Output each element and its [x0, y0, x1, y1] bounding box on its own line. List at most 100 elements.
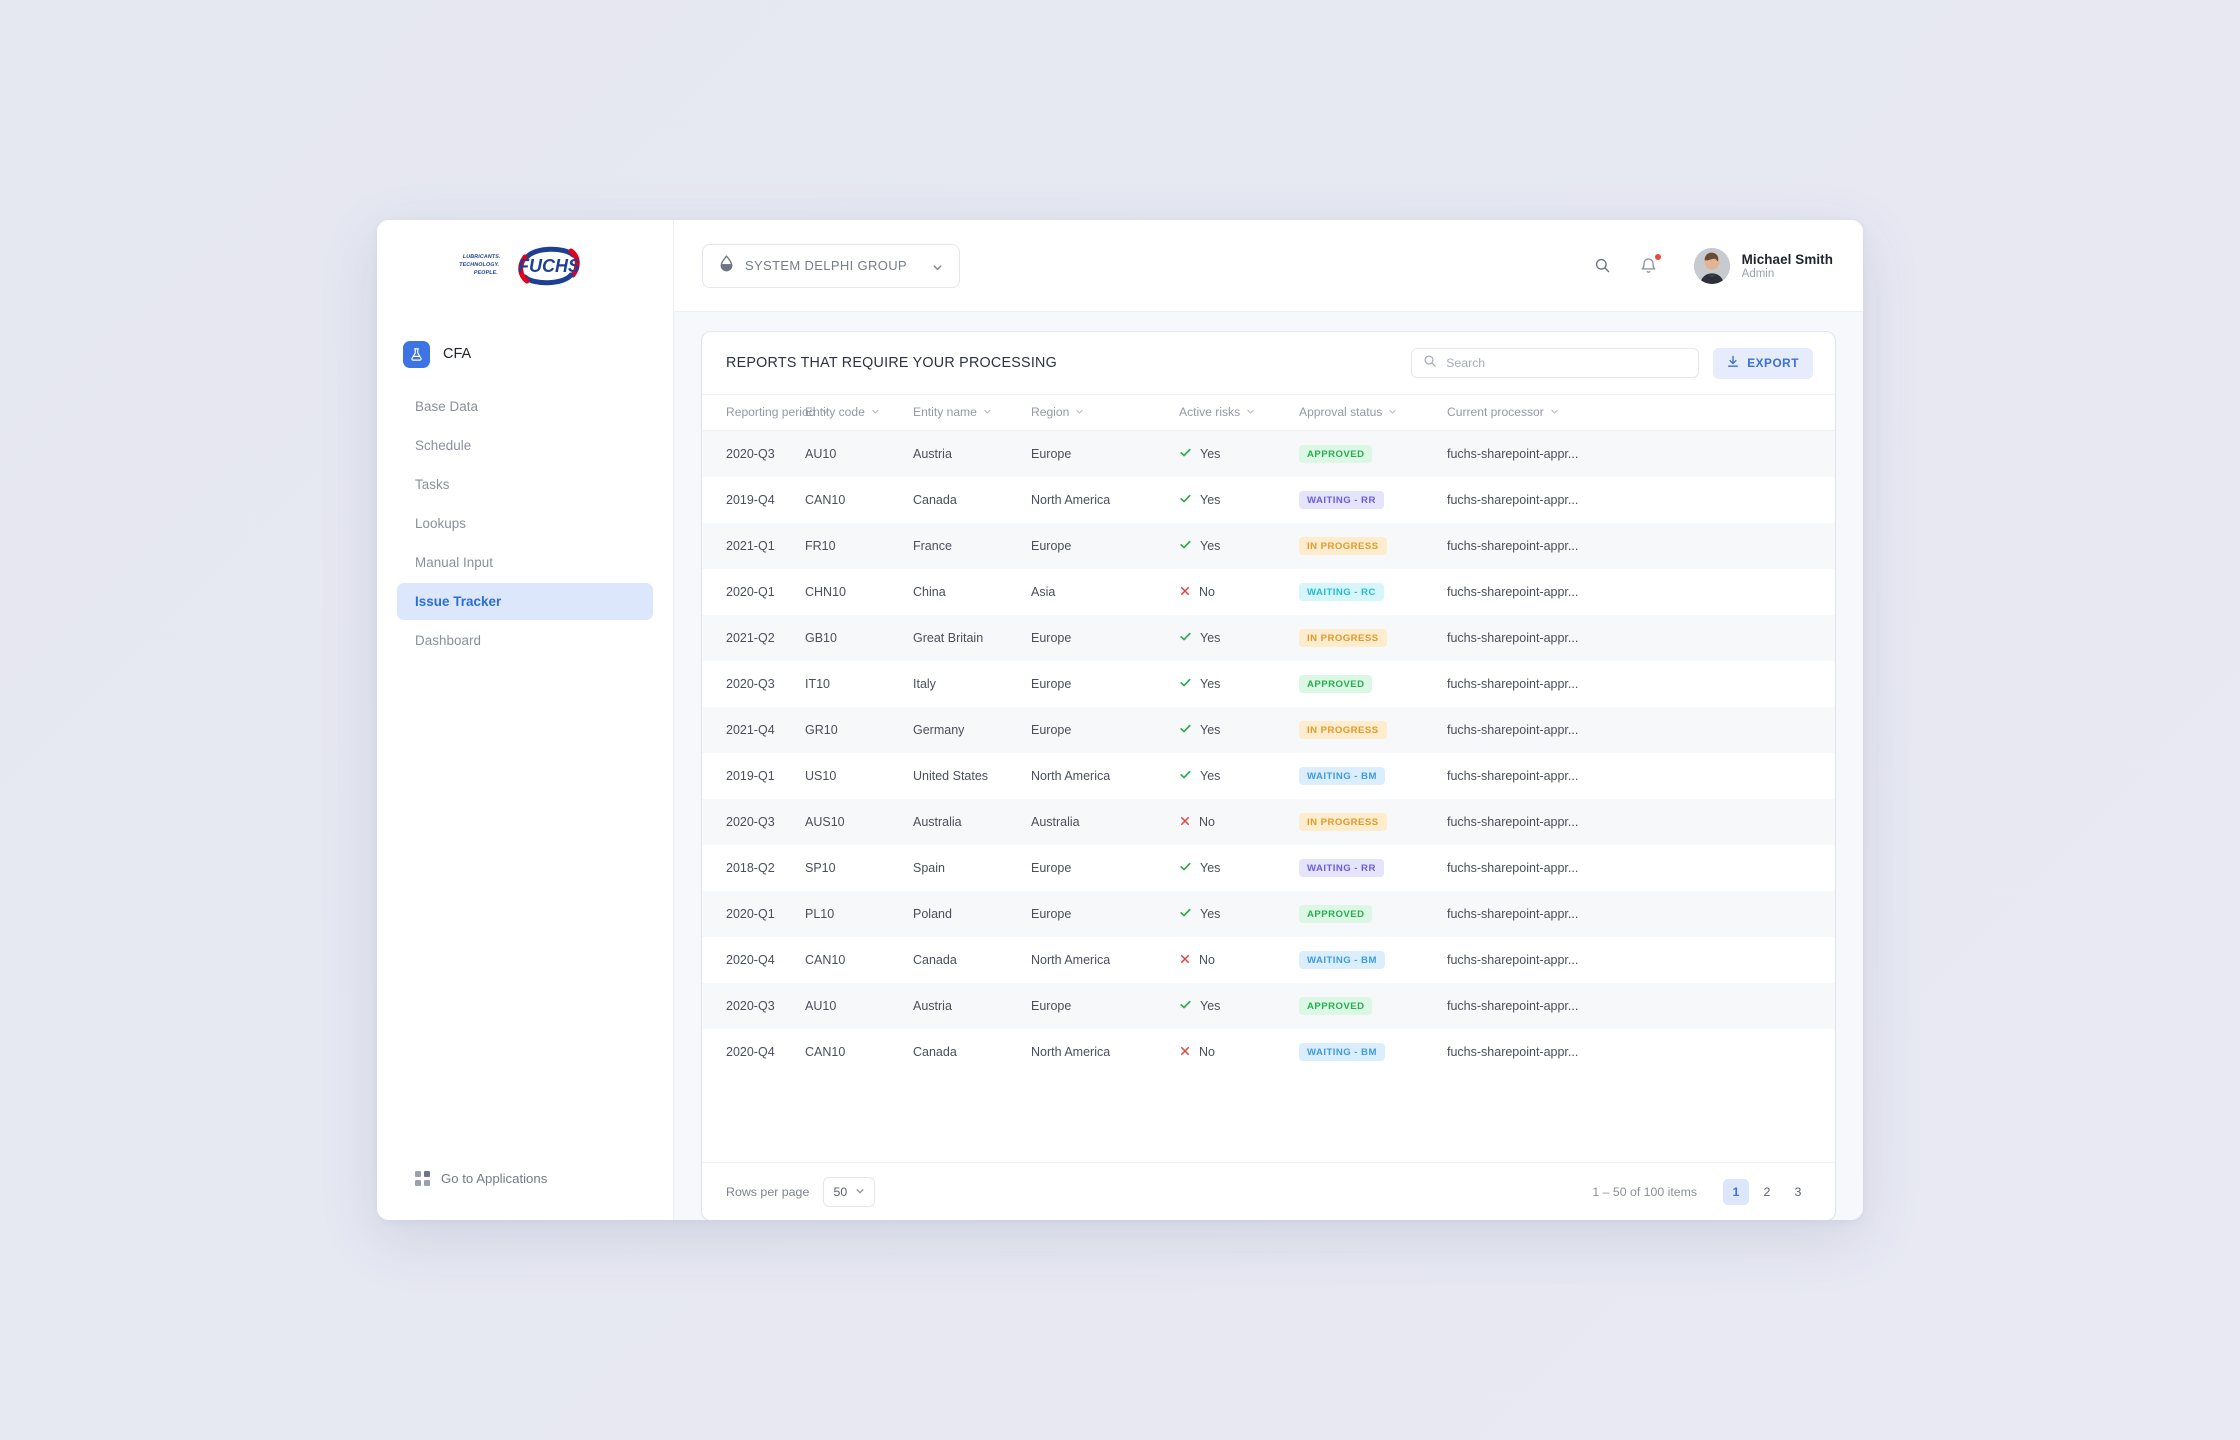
cell-current-processor: fuchs-sharepoint-appr... — [1447, 723, 1579, 737]
table-row[interactable]: 2020-Q3 AUS10 Australia Australia No IN PROGR… — [702, 799, 1835, 845]
avatar — [1693, 247, 1730, 284]
table-row[interactable]: 2020-Q3 IT10 Italy Europe Yes APPROVED fuchs-s… — [702, 661, 1835, 707]
active-risk-label: Yes — [1200, 723, 1221, 737]
column-header-approval-status[interactable]: Approval status — [1299, 394, 1447, 431]
check-icon — [1179, 768, 1192, 784]
active-risk-label: Yes — [1200, 769, 1221, 783]
check-icon — [1179, 630, 1192, 646]
table-row[interactable]: 2018-Q2 SP10 Spain Europe Yes WAITING - RR fuc… — [702, 845, 1835, 891]
cell-entity-code: GB10 — [805, 631, 837, 645]
table-header: Reporting period Entity code Entity name… — [702, 394, 1835, 431]
column-header-entity-name[interactable]: Entity name — [913, 394, 1031, 431]
cell-active-risks: Yes — [1179, 891, 1299, 937]
table-row[interactable]: 2021-Q2 GB10 Great Britain Europe Yes IN PROG… — [702, 615, 1835, 661]
cell-active-risks: No — [1179, 799, 1299, 845]
cell-active-risks: Yes — [1179, 523, 1299, 569]
table-header-row: Reporting period Entity code Entity name… — [702, 394, 1835, 431]
table-row[interactable]: 2020-Q4 CAN10 Canada North America No WAITING… — [702, 1029, 1835, 1075]
logo-wordmark: FUCHS — [518, 256, 580, 276]
page-button-2[interactable]: 2 — [1754, 1179, 1780, 1205]
app-window: LUBRICANTS. TECHNOLOGY. PEOPLE. FUCHS CF… — [377, 220, 1863, 1220]
table-row[interactable]: 2020-Q1 PL10 Poland Europe Yes APPROVED fuchs-… — [702, 891, 1835, 937]
cell-approval-status: IN PROGRESS — [1299, 615, 1447, 661]
sidebar-item-schedule[interactable]: Schedule — [397, 427, 653, 464]
cell-approval-status: APPROVED — [1299, 431, 1447, 478]
cell-region: Europe — [1031, 723, 1072, 737]
notifications-button[interactable] — [1634, 251, 1664, 281]
status-badge: IN PROGRESS — [1299, 629, 1387, 647]
table-row[interactable]: 2019-Q4 CAN10 Canada North America Yes WAITIN… — [702, 477, 1835, 523]
column-label: Entity code — [805, 405, 865, 419]
table-row[interactable]: 2020-Q3 AU10 Austria Europe Yes APPROVED fuchs… — [702, 983, 1835, 1029]
column-header-reporting-period[interactable]: Reporting period — [702, 394, 830, 431]
cell-entity-code: US10 — [805, 769, 837, 783]
apps-grid-icon — [415, 1170, 430, 1186]
group-selector[interactable]: SYSTEM DELPHI GROUP — [702, 243, 960, 288]
cell-approval-status: WAITING - RR — [1299, 845, 1447, 891]
sidebar-item-manual-input[interactable]: Manual Input — [397, 544, 653, 581]
card-header: REPORTS THAT REQUIRE YOUR PROCESSING Sea… — [702, 332, 1835, 394]
column-header-active-risks[interactable]: Active risks — [1179, 394, 1299, 431]
sidebar-item-tasks[interactable]: Tasks — [397, 466, 653, 503]
cell-entity-name: Australia — [913, 815, 962, 829]
table-row[interactable]: 2020-Q1 CHN10 China Asia No WAITING - RC fuchs… — [702, 569, 1835, 615]
column-header-region[interactable]: Region — [1031, 394, 1179, 431]
cell-approval-status: IN PROGRESS — [1299, 707, 1447, 753]
table-row[interactable]: 2020-Q3 AU10 Austria Europe Yes APPROVED fuchs… — [702, 430, 1835, 478]
cell-approval-status: IN PROGRESS — [1299, 799, 1447, 845]
rows-per-page-select[interactable]: 50 — [823, 1176, 876, 1207]
page-button-3[interactable]: 3 — [1785, 1179, 1811, 1205]
check-icon — [1179, 998, 1192, 1014]
table-scroll-region[interactable]: Reporting period Entity code Entity name… — [702, 394, 1835, 1162]
cell-approval-status: WAITING - BM — [1299, 1029, 1447, 1075]
chevron-down-icon — [1550, 405, 1559, 419]
cell-region: Europe — [1031, 677, 1072, 691]
sidebar-item-issue-tracker[interactable]: Issue Tracker — [397, 583, 653, 620]
cell-region: Europe — [1031, 907, 1072, 921]
cell-entity-code: FR10 — [805, 539, 836, 553]
table-row[interactable]: 2020-Q4 CAN10 Canada North America No WAITING… — [702, 937, 1835, 983]
sidebar-item-base-data[interactable]: Base Data — [397, 388, 653, 425]
user-menu[interactable]: Michael Smith Admin — [1693, 247, 1833, 284]
active-risk-label: No — [1199, 585, 1215, 599]
go-to-applications-button[interactable]: Go to Applications — [377, 1158, 673, 1198]
cell-entity-name: France — [913, 539, 952, 553]
cell-entity-name: Austria — [913, 999, 952, 1013]
export-button[interactable]: EXPORT — [1713, 347, 1813, 379]
search-input[interactable] — [1446, 356, 1688, 370]
cell-reporting-period: 2020-Q3 — [726, 999, 775, 1013]
column-header-entity-code[interactable]: Entity code — [805, 394, 913, 431]
table-row[interactable]: 2019-Q1 US10 United States North America Yes… — [702, 753, 1835, 799]
cell-approval-status: IN PROGRESS — [1299, 523, 1447, 569]
sidebar-item-label: Tasks — [415, 477, 450, 492]
fuchs-logo-icon: FUCHS — [507, 245, 591, 287]
cell-reporting-period: 2020-Q3 — [726, 677, 775, 691]
table-row[interactable]: 2021-Q4 GR10 Germany Europe Yes IN PROGRESS fu… — [702, 707, 1835, 753]
active-risk-label: Yes — [1200, 907, 1221, 921]
app-name-label: CFA — [443, 346, 472, 362]
cell-current-processor: fuchs-sharepoint-appr... — [1447, 815, 1579, 829]
cell-region: North America — [1031, 1045, 1111, 1059]
app-header[interactable]: CFA — [377, 334, 673, 374]
column-header-current-processor[interactable]: Current processor — [1447, 394, 1835, 431]
check-icon — [1179, 492, 1192, 508]
status-badge: IN PROGRESS — [1299, 537, 1387, 555]
notification-badge-dot — [1654, 253, 1661, 260]
sidebar-item-dashboard[interactable]: Dashboard — [397, 622, 653, 659]
cell-reporting-period: 2021-Q4 — [726, 723, 775, 737]
column-label: Reporting period — [726, 405, 816, 419]
sidebar-item-label: Schedule — [415, 438, 472, 453]
sidebar-item-label: Manual Input — [415, 555, 494, 570]
check-icon — [1179, 860, 1192, 876]
page-button-1[interactable]: 1 — [1723, 1178, 1749, 1205]
table-row[interactable]: 2021-Q1 FR10 France Europe Yes IN PROGRESS fuc… — [702, 523, 1835, 569]
search-box[interactable] — [1411, 348, 1700, 378]
sidebar-item-lookups[interactable]: Lookups — [397, 505, 653, 542]
cell-region: Europe — [1031, 631, 1072, 645]
status-badge: APPROVED — [1299, 905, 1373, 923]
cell-current-processor: fuchs-sharepoint-appr... — [1447, 1045, 1579, 1059]
column-label: Active risks — [1179, 405, 1241, 419]
search-icon-button[interactable] — [1588, 251, 1618, 281]
rows-per-page-label: Rows per page — [726, 1184, 810, 1199]
